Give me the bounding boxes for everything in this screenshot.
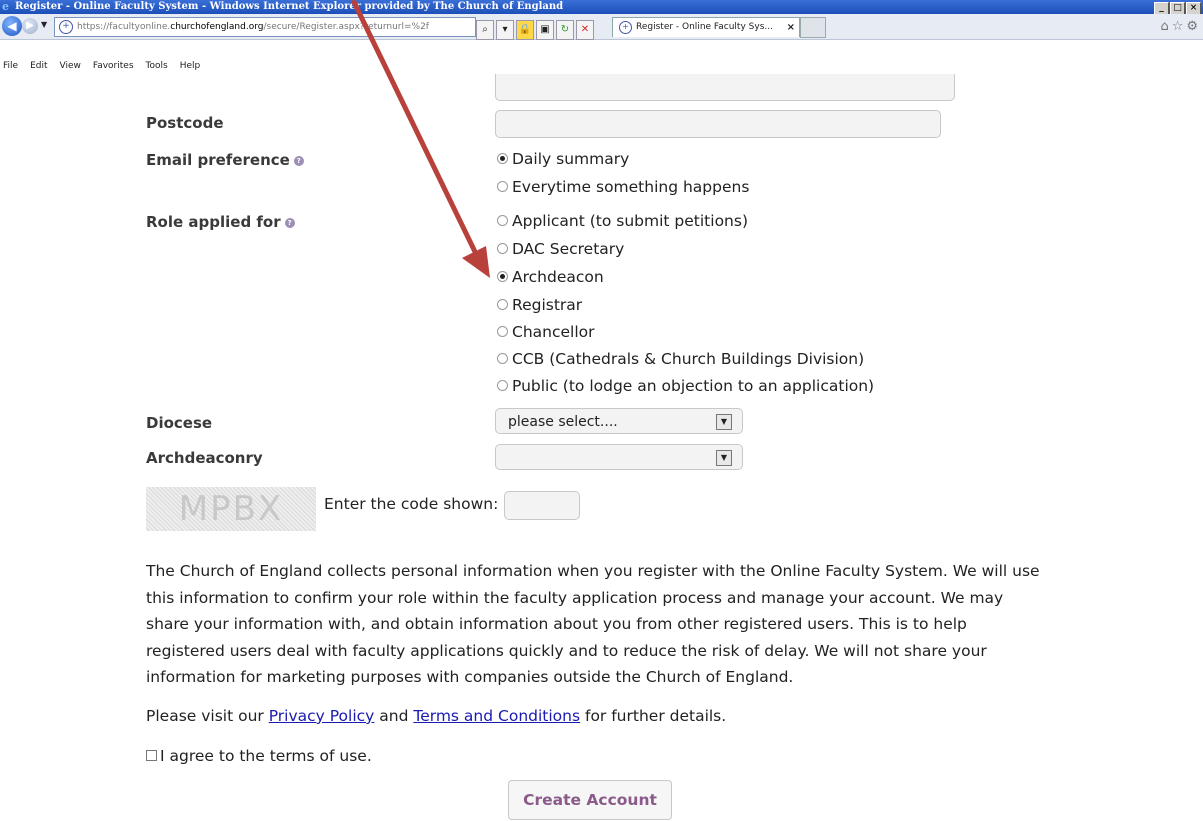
annotation-arrow-shaft bbox=[350, 0, 481, 260]
annotation-arrow bbox=[350, 0, 490, 278]
